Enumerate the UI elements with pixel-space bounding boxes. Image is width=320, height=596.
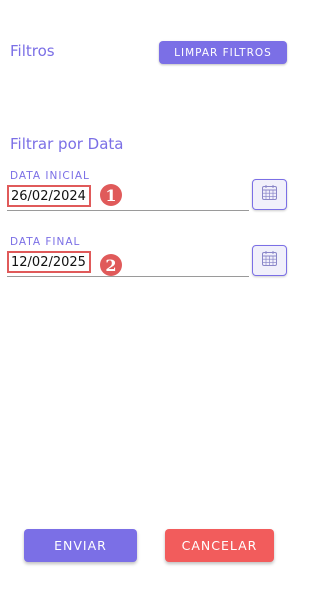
submit-button[interactable]: ENVIAR bbox=[24, 529, 137, 562]
calendar-icon bbox=[261, 250, 278, 271]
calendar-icon bbox=[261, 184, 278, 205]
clear-filters-button[interactable]: LIMPAR FILTROS bbox=[159, 41, 287, 64]
start-date-calendar-button[interactable] bbox=[252, 179, 287, 210]
end-date-underline bbox=[7, 276, 249, 277]
end-date-label: DATA FINAL bbox=[10, 236, 81, 248]
cancel-button[interactable]: CANCELAR bbox=[165, 529, 274, 562]
date-filter-title: Filtrar por Data bbox=[10, 135, 124, 153]
start-date-label: DATA INICIAL bbox=[10, 170, 90, 182]
annotation-marker-2: 2 bbox=[100, 254, 122, 276]
start-date-underline bbox=[7, 210, 249, 211]
start-date-input[interactable]: 26/02/2024 bbox=[7, 185, 91, 207]
end-date-input[interactable]: 12/02/2025 bbox=[7, 251, 91, 273]
page-title: Filtros bbox=[10, 42, 55, 60]
annotation-marker-1: 1 bbox=[100, 184, 122, 206]
end-date-calendar-button[interactable] bbox=[252, 245, 287, 276]
